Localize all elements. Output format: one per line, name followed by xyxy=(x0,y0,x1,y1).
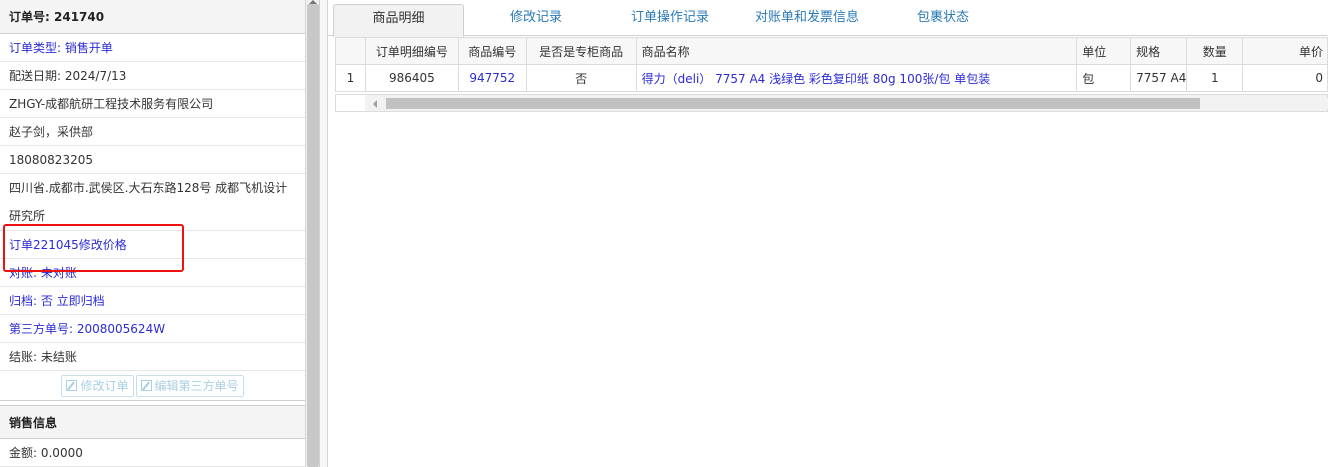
quantity-cell: 1 xyxy=(1186,64,1244,92)
column-header[interactable]: 商品名称 xyxy=(635,37,1078,65)
order-number-header: 订单号: 241740 xyxy=(0,0,305,34)
order-number-value: 241740 xyxy=(54,10,105,24)
settlement-status: 结账: 未结账 xyxy=(0,343,305,371)
edit-icon xyxy=(66,380,78,391)
sales-info-header: 销售信息 xyxy=(0,405,305,439)
unit-cell: 包 xyxy=(1076,64,1132,92)
column-header[interactable]: 规格 xyxy=(1130,37,1188,65)
column-header[interactable]: 单价 xyxy=(1242,37,1328,65)
scrollbar-thumb[interactable] xyxy=(386,98,1200,109)
product-table: 订单明细编号 商品编号 是否是专柜商品 商品名称 单位 规格 数量 单价 1 9… xyxy=(335,37,1328,92)
sales-amount: 金额: 0.0000 xyxy=(0,439,305,467)
column-header xyxy=(335,37,366,65)
horizontal-scrollbar[interactable] xyxy=(335,94,1328,112)
column-header[interactable]: 单位 xyxy=(1076,37,1132,65)
action-buttons: 修改订单 编辑第三方单号 xyxy=(0,371,305,401)
tab-statement-invoice[interactable]: 对账单和发票信息 xyxy=(742,4,872,36)
third-party-order-no: 第三方单号: 2008005624W xyxy=(0,315,305,343)
unit-price-cell: 0 xyxy=(1242,64,1328,92)
tab-bar: 商品明细 修改记录 订单操作记录 对账单和发票信息 包裹状态 xyxy=(328,0,1328,37)
contact-person: 赵子剑，采供部 xyxy=(0,118,305,146)
product-name-link[interactable]: 得力（deli） 7757 A4 浅绿色 彩色复印纸 80g 100张/包 单包… xyxy=(635,64,1078,92)
archive-status[interactable]: 归档: 否 立即归档 xyxy=(0,287,305,315)
spec-cell: 7757 A4 xyxy=(1130,64,1188,92)
column-header[interactable]: 数量 xyxy=(1186,37,1244,65)
order-number-label: 订单号: xyxy=(9,10,50,24)
table-row[interactable]: 1 986405 947752 否 得力（deli） 7757 A4 浅绿色 彩… xyxy=(335,64,1328,92)
panel-splitter[interactable] xyxy=(306,0,320,467)
column-header[interactable]: 是否是专柜商品 xyxy=(525,37,637,65)
order-type: 订单类型: 销售开单 xyxy=(0,34,305,62)
delivery-address: 四川省.成都市.武侯区.大石东路128号 成都飞机设计研究所 xyxy=(0,174,305,231)
column-header[interactable]: 订单明细编号 xyxy=(364,37,459,65)
column-header[interactable]: 商品编号 xyxy=(457,37,527,65)
contact-phone: 18080823205 xyxy=(0,146,305,174)
customer-name: ZHGY-成都航研工程技术服务有限公司 xyxy=(0,90,305,118)
scroll-left-icon[interactable] xyxy=(373,100,377,108)
detail-number-cell: 986405 xyxy=(364,64,459,92)
order-note-link[interactable]: 订单221045修改价格 xyxy=(0,231,305,259)
row-gutter xyxy=(335,94,365,112)
edit-order-button[interactable]: 修改订单 xyxy=(61,375,134,397)
detail-panel: 商品明细 修改记录 订单操作记录 对账单和发票信息 包裹状态 订单明细编号 商品… xyxy=(328,0,1328,467)
edit-icon xyxy=(140,380,152,391)
tab-order-operation-log[interactable]: 订单操作记录 xyxy=(618,4,722,36)
table-header-row: 订单明细编号 商品编号 是否是专柜商品 商品名称 单位 规格 数量 单价 xyxy=(335,37,1328,65)
product-number-link[interactable]: 947752 xyxy=(457,64,527,92)
tab-change-log[interactable]: 修改记录 xyxy=(486,4,586,36)
tab-product-details[interactable]: 商品明细 xyxy=(333,4,464,37)
edit-order-label: 修改订单 xyxy=(80,379,129,393)
order-info-panel: 订单号: 241740 订单类型: 销售开单 配送日期: 2024/7/13 Z… xyxy=(0,0,306,467)
vertical-scrollbar[interactable] xyxy=(307,4,319,467)
reconcile-status[interactable]: 对账: 未对账 xyxy=(0,259,305,287)
delivery-date: 配送日期: 2024/7/13 xyxy=(0,62,305,90)
row-index: 1 xyxy=(335,64,366,92)
splitter-gap xyxy=(320,0,328,467)
counter-product-cell: 否 xyxy=(525,64,637,92)
edit-third-party-label: 编辑第三方单号 xyxy=(154,379,239,393)
tab-package-status[interactable]: 包裹状态 xyxy=(906,4,980,36)
edit-third-party-button[interactable]: 编辑第三方单号 xyxy=(135,375,244,397)
